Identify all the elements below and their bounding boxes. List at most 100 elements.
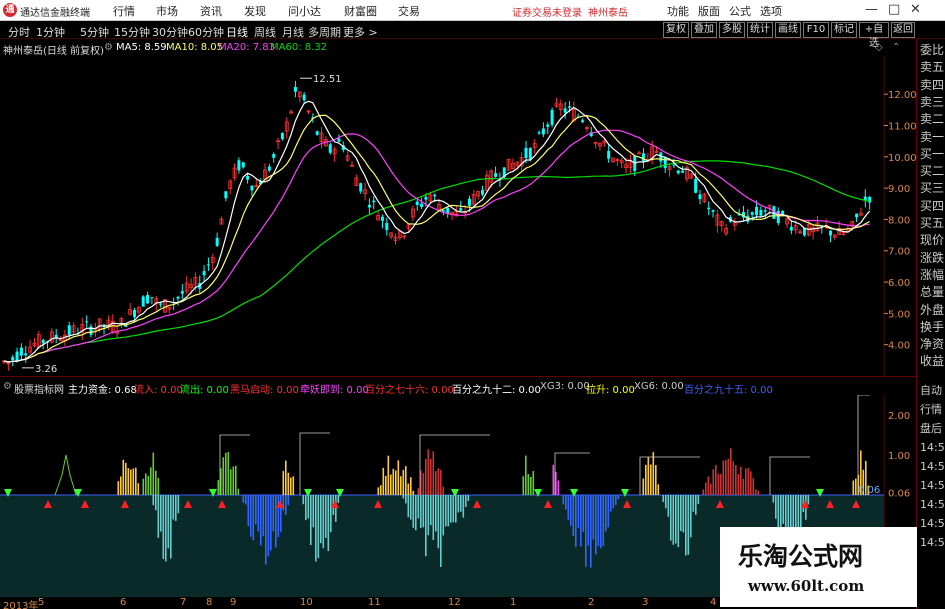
period-5min[interactable]: 5分钟 <box>80 24 109 40</box>
indicator-name[interactable]: 股票指标网 <box>14 381 64 396</box>
auto-label-6[interactable]: 14:50 <box>920 497 945 512</box>
inflow-bar <box>722 460 725 495</box>
quote-label-5[interactable]: 卖一 <box>920 130 944 145</box>
outflow-bar <box>162 495 165 559</box>
outflow-bar <box>260 495 262 546</box>
quote-label-15[interactable]: 外盘 <box>920 303 944 318</box>
quote-label-6[interactable]: 买一 <box>920 147 944 162</box>
period-more[interactable]: 更多 > <box>343 24 378 40</box>
quote-label-8[interactable]: 买三 <box>920 181 944 196</box>
period-30min[interactable]: 30分钟 <box>152 24 188 40</box>
diamond-icon[interactable]: ◇ <box>875 42 883 53</box>
x-tick-1: 5 <box>38 597 45 608</box>
adjust-button[interactable]: 复权 <box>663 22 689 38</box>
menu-options[interactable]: 选项 <box>760 3 782 19</box>
stock-name-link[interactable]: 神州泰岳 <box>588 4 628 19</box>
overlay-button[interactable]: 叠加 <box>691 22 717 38</box>
menu-discover[interactable]: 发现 <box>244 3 266 19</box>
quote-label-4[interactable]: 卖二 <box>920 112 944 127</box>
quote-label-3[interactable]: 卖三 <box>920 95 944 110</box>
close-button[interactable]: ✕ <box>910 2 921 17</box>
menu-wealth[interactable]: 财富圈 <box>344 3 377 19</box>
inflow-bar <box>397 460 400 495</box>
quote-label-12[interactable]: 涨跌 <box>920 251 944 266</box>
outflow-bar <box>165 495 167 562</box>
draw-line-button[interactable]: 画线 <box>775 22 801 38</box>
price-chart[interactable]: 12.00 11.00 10.00 9.00 8.00 7.00 6.00 5.00 4.00 1… <box>0 56 916 376</box>
outflow-bar <box>160 495 162 532</box>
indicator-tick-2: 0.06 <box>888 489 910 500</box>
auto-label-2[interactable]: 盘后 <box>920 421 942 436</box>
pane-divider[interactable] <box>0 376 916 377</box>
period-monthly[interactable]: 月线 <box>282 24 304 40</box>
outflow-bar <box>592 495 595 540</box>
outflow-bar <box>775 495 777 519</box>
menu-ask[interactable]: 问小达 <box>288 3 321 19</box>
minimize-button[interactable]: — <box>865 2 878 17</box>
maximize-button[interactable]: □ <box>888 2 900 17</box>
period-daily[interactable]: 日线 <box>226 24 248 40</box>
ma5-value: MA5: 8.59 <box>116 42 167 53</box>
quote-label-11[interactable]: 现价 <box>920 233 944 248</box>
mark-button[interactable]: 标记 <box>831 22 857 38</box>
expand-icon[interactable]: ⌃ <box>892 42 900 53</box>
quote-label-0[interactable]: 委比 <box>920 43 944 58</box>
outflow-bar <box>440 495 442 567</box>
inflow-bar <box>855 478 857 495</box>
menu-layout[interactable]: 版面 <box>698 3 720 19</box>
auto-label-7[interactable]: 14:50 <box>920 516 945 531</box>
menu-market[interactable]: 市场 <box>156 3 178 19</box>
outflow-bar <box>670 495 672 541</box>
auto-label-1[interactable]: 行情 <box>920 402 942 417</box>
quote-label-16[interactable]: 换手 <box>920 320 944 335</box>
menu-news[interactable]: 资讯 <box>200 3 222 19</box>
multi-stock-button[interactable]: 多股 <box>719 22 745 38</box>
f10-button[interactable]: F10 <box>803 22 829 38</box>
period-1min[interactable]: 1分钟 <box>36 24 65 40</box>
period-weekly[interactable]: 周线 <box>254 24 276 40</box>
inflow-bar <box>652 452 655 495</box>
auto-label-4[interactable]: 14:50 <box>920 459 945 474</box>
menu-quotes[interactable]: 行情 <box>113 3 135 19</box>
candle-body <box>180 291 184 294</box>
menu-functions[interactable]: 功能 <box>667 3 689 19</box>
auto-label-0[interactable]: 自动 <box>920 383 942 398</box>
outflow-bar <box>305 495 307 521</box>
add-watchlist-button[interactable]: +自选 <box>859 22 889 49</box>
quote-label-1[interactable]: 卖五 <box>920 60 944 75</box>
quote-label-14[interactable]: 总量 <box>920 285 944 300</box>
back-button[interactable]: 返回 <box>891 22 915 38</box>
outflow-bar <box>172 495 175 520</box>
outflow-bar <box>460 495 462 512</box>
login-status[interactable]: 证券交易未登录 <box>512 4 582 19</box>
auto-label-3[interactable]: 14:50 <box>920 440 945 455</box>
candle-body <box>315 131 319 135</box>
inflow-bar <box>647 457 650 495</box>
outflow-bar <box>580 495 582 547</box>
inflow-bar <box>117 481 120 495</box>
period-tick[interactable]: 分时 <box>8 24 30 40</box>
period-60min[interactable]: 60分钟 <box>188 24 224 40</box>
outflow-bar <box>175 495 177 521</box>
quote-label-18[interactable]: 收益 <box>920 354 944 369</box>
period-15min[interactable]: 15分钟 <box>114 24 150 40</box>
period-multi[interactable]: 多周期 <box>308 24 341 40</box>
outflow-bar <box>155 495 157 511</box>
quote-label-13[interactable]: 涨幅 <box>920 268 944 283</box>
quote-label-9[interactable]: 买四 <box>920 199 944 214</box>
auto-label-8[interactable]: 14:50 <box>920 535 945 550</box>
quote-label-2[interactable]: 卖四 <box>920 78 944 93</box>
menu-formula[interactable]: 公式 <box>729 3 751 19</box>
outflow-bar <box>617 495 620 500</box>
inflow-bar <box>225 452 227 495</box>
indicator-settings-icon[interactable]: ⚙ <box>3 381 12 392</box>
outflow-bar <box>612 495 615 509</box>
quote-label-17[interactable]: 净资 <box>920 337 944 352</box>
quote-label-10[interactable]: 买五 <box>920 216 944 231</box>
outflow-bar <box>415 495 417 531</box>
settings-icon[interactable]: ⚙ <box>104 42 113 53</box>
menu-trade[interactable]: 交易 <box>398 3 420 19</box>
stats-button[interactable]: 统计 <box>747 22 773 38</box>
auto-label-5[interactable]: 14:50 <box>920 478 945 493</box>
quote-label-7[interactable]: 买二 <box>920 164 944 179</box>
